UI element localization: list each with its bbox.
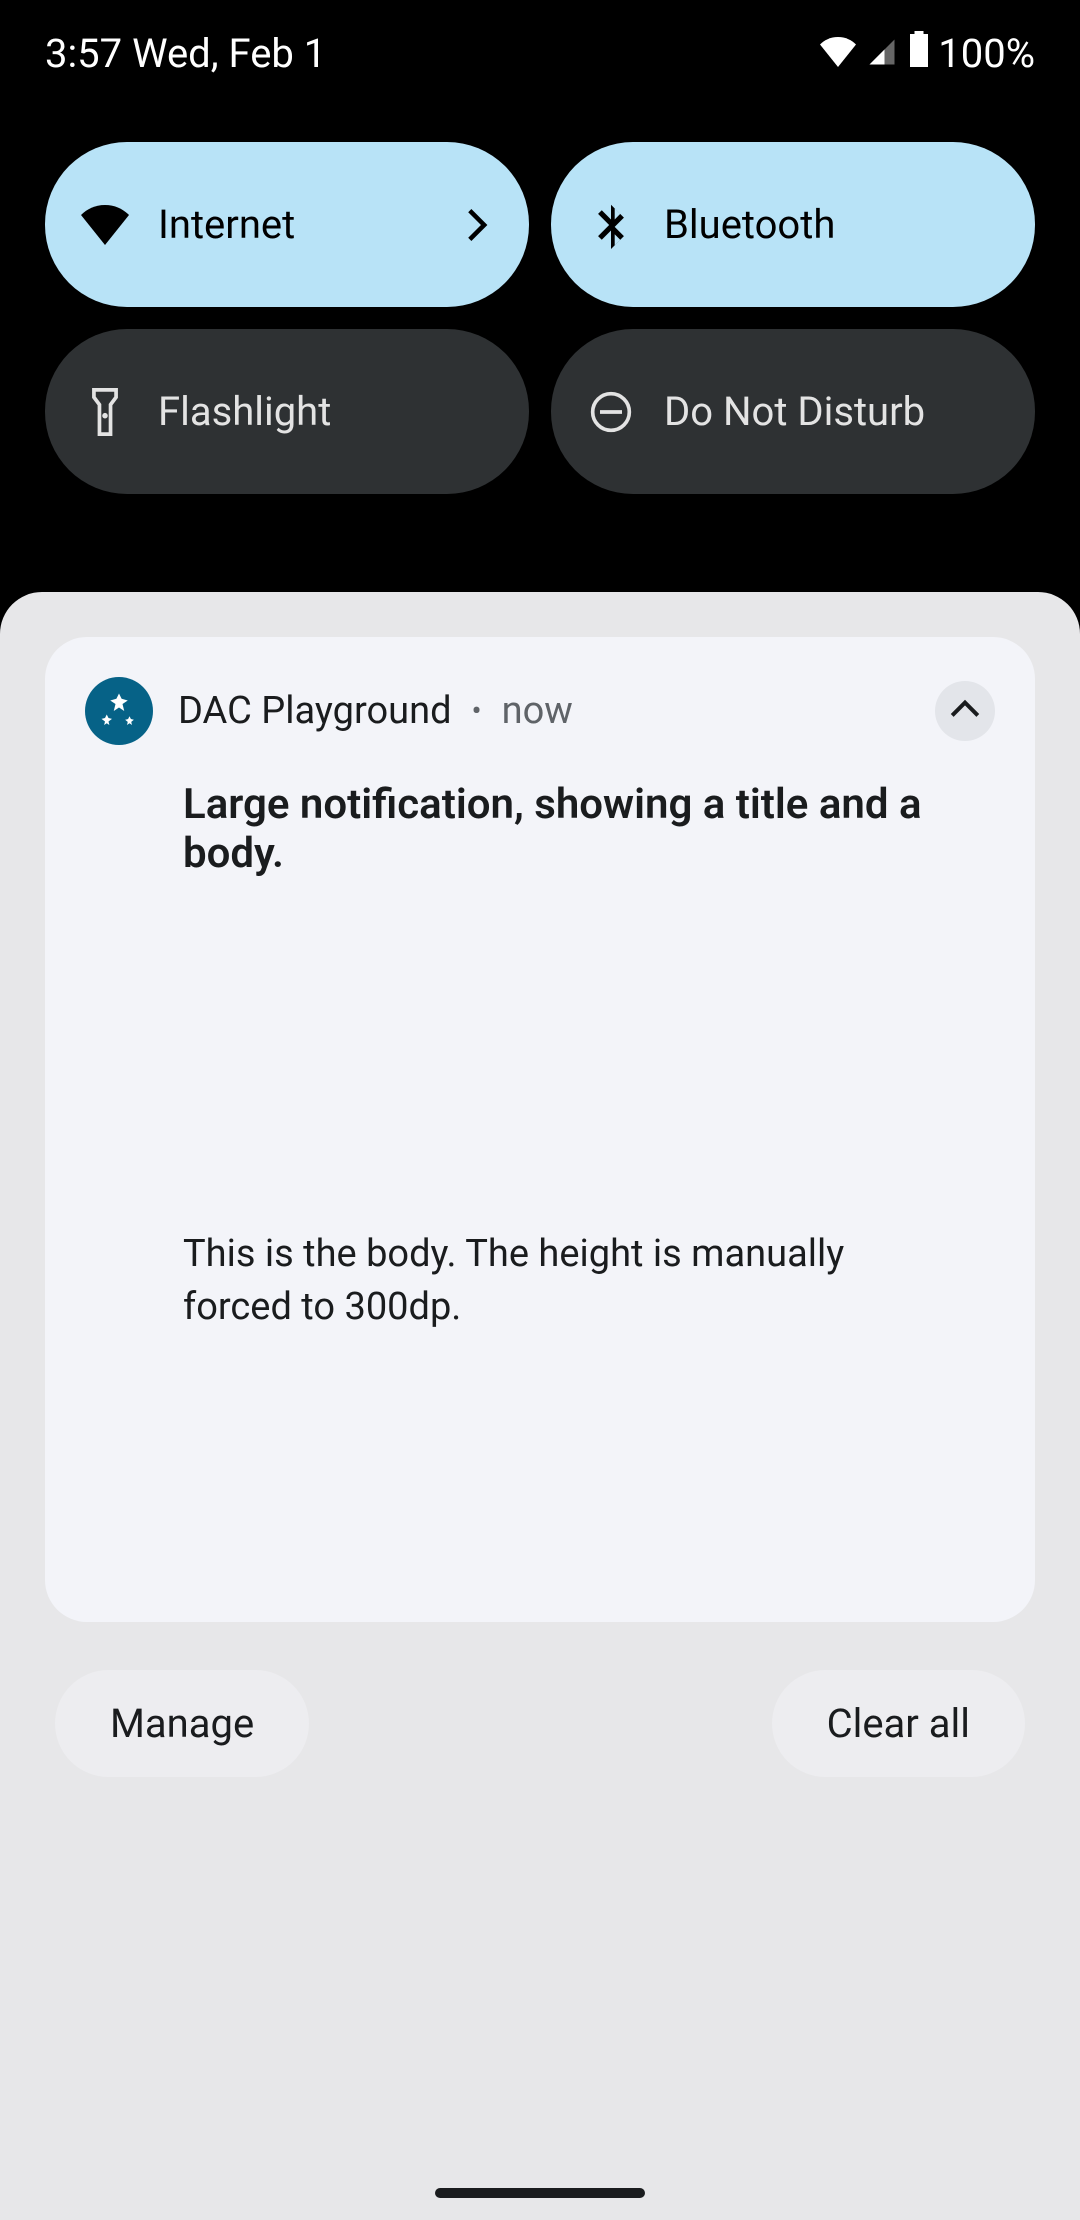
notification-header: DAC Playground • now <box>85 677 995 745</box>
status-date: Wed, Feb 1 <box>132 30 326 77</box>
notification-body: This is the body. The height is manually… <box>183 1228 943 1334</box>
wifi-icon <box>820 30 856 77</box>
app-icon <box>85 677 153 745</box>
navigation-handle[interactable] <box>435 2188 645 2198</box>
clear-all-button[interactable]: Clear all <box>772 1670 1025 1777</box>
status-time: 3:57 <box>45 30 122 77</box>
status-indicators: 100% <box>820 30 1035 77</box>
qs-tile-bluetooth[interactable]: Bluetooth <box>551 142 1035 307</box>
notification-time: now <box>502 689 573 733</box>
qs-tile-label: Do Not Disturb <box>664 388 925 435</box>
qs-tile-flashlight[interactable]: Flashlight <box>45 329 529 494</box>
notification-title: Large notification, showing a title and … <box>183 780 995 878</box>
wifi-icon <box>80 200 130 250</box>
qs-tile-dnd[interactable]: Do Not Disturb <box>551 329 1035 494</box>
manage-button[interactable]: Manage <box>55 1670 309 1777</box>
chevron-up-icon <box>949 699 981 723</box>
notification-actions: Manage Clear all <box>45 1670 1035 1777</box>
bluetooth-icon <box>586 200 636 250</box>
qs-tile-label: Bluetooth <box>664 201 835 248</box>
qs-tile-label: Internet <box>158 201 295 248</box>
qs-tile-internet[interactable]: Internet <box>45 142 529 307</box>
notification-shade: DAC Playground • now Large notification,… <box>0 592 1080 2220</box>
signal-icon <box>866 30 898 77</box>
collapse-button[interactable] <box>935 681 995 741</box>
status-bar: 3:57 Wed, Feb 1 100% <box>0 0 1080 97</box>
chevron-right-icon <box>459 207 494 242</box>
status-icons-group <box>820 30 930 77</box>
notification-app-name: DAC Playground <box>178 689 452 733</box>
flashlight-icon <box>80 387 130 437</box>
dnd-icon <box>586 387 636 437</box>
notification-card[interactable]: DAC Playground • now Large notification,… <box>45 637 1035 1622</box>
quick-settings-panel: Internet Bluetooth Flashlight Do Not Dis… <box>0 97 1080 524</box>
qs-tile-label: Flashlight <box>158 388 331 435</box>
status-datetime: 3:57 Wed, Feb 1 <box>45 30 326 77</box>
separator: • <box>472 694 482 729</box>
battery-percent: 100% <box>938 30 1035 77</box>
battery-icon <box>908 30 930 77</box>
